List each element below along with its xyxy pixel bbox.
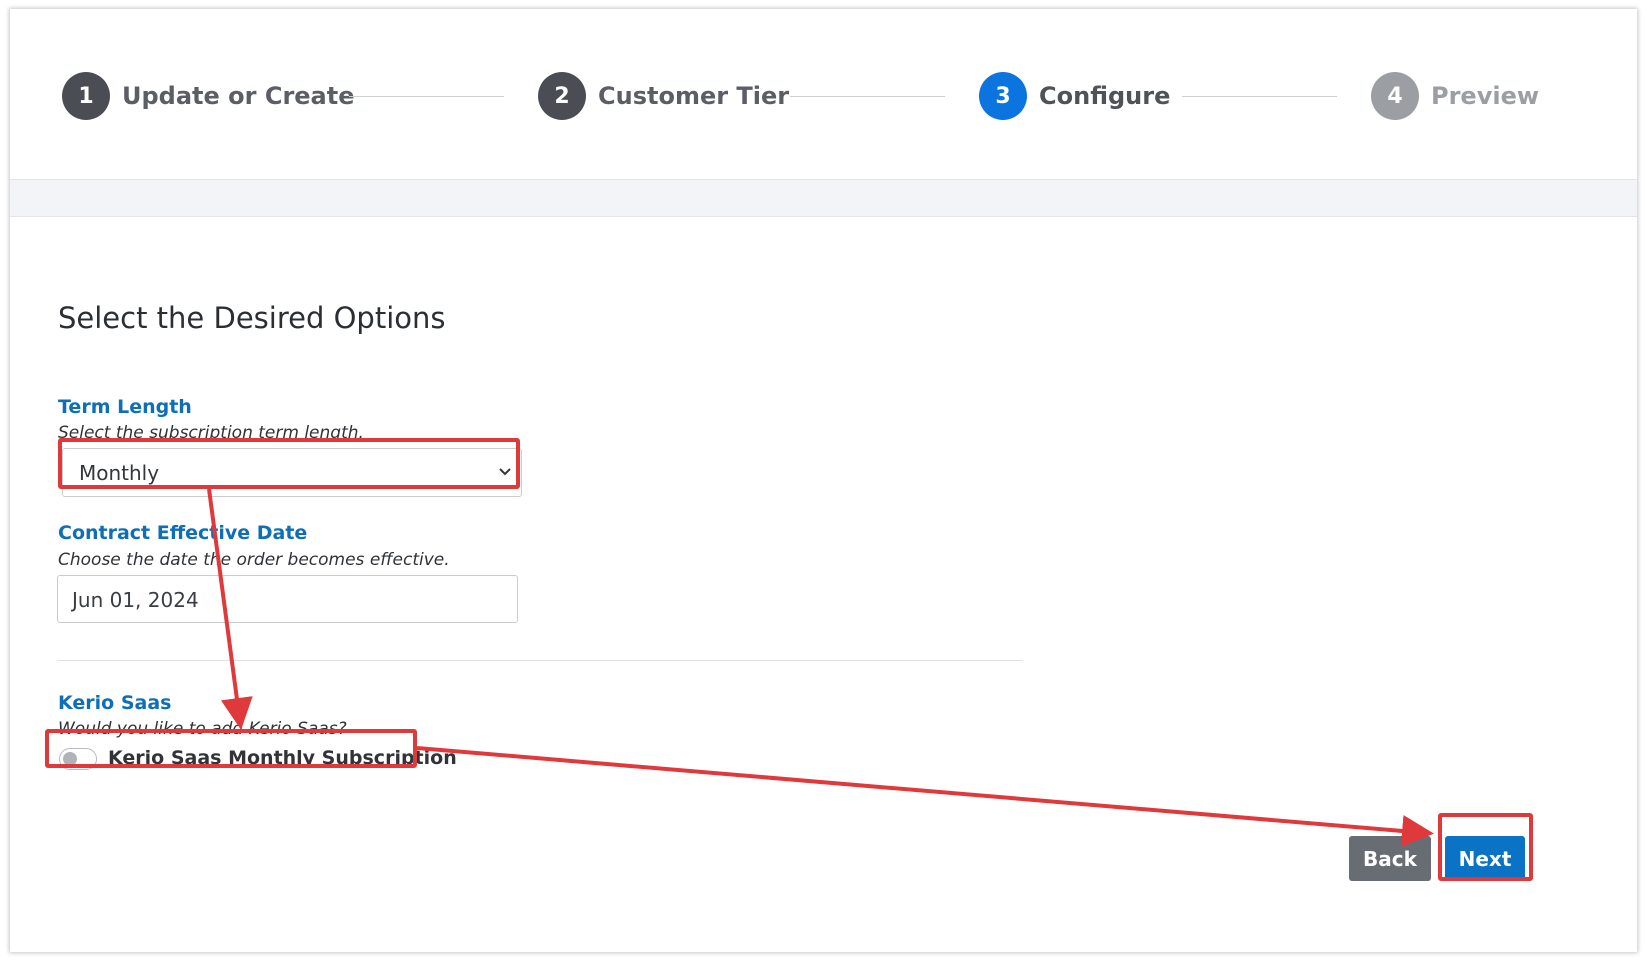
contract-date-value: Jun 01, 2024 — [72, 588, 199, 612]
back-button[interactable]: Back — [1349, 836, 1431, 881]
step-update-or-create[interactable]: 1 Update or Create — [62, 72, 355, 120]
contract-date-input[interactable]: Jun 01, 2024 — [57, 575, 518, 623]
step-number: 2 — [538, 72, 586, 120]
step-number: 4 — [1371, 72, 1419, 120]
wizard-card: 1 Update or Create 2 Customer Tier 3 Con… — [10, 9, 1637, 952]
step-label: Preview — [1431, 82, 1540, 110]
step-connector — [1182, 96, 1337, 97]
page-title: Select the Desired Options — [58, 301, 446, 335]
stepper: 1 Update or Create 2 Customer Tier 3 Con… — [10, 9, 1637, 179]
toggle-knob — [63, 752, 77, 766]
contract-date-title: Contract Effective Date — [58, 522, 308, 544]
kerio-saas-toggle-label[interactable]: Kerio Saas Monthly Subscription — [108, 747, 457, 769]
term-length-help: Select the subscription term length. — [58, 423, 364, 443]
kerio-saas-help: Would you like to add Kerio Saas? — [58, 719, 347, 739]
step-connector — [349, 96, 504, 97]
kerio-saas-title: Kerio Saas — [58, 692, 172, 714]
step-customer-tier[interactable]: 2 Customer Tier — [538, 72, 789, 120]
step-label: Configure — [1039, 82, 1171, 110]
step-configure[interactable]: 3 Configure — [979, 72, 1170, 120]
term-length-title: Term Length — [58, 396, 192, 418]
term-length-value: Monthly — [79, 461, 160, 485]
next-button[interactable]: Next — [1445, 836, 1525, 881]
chevron-down-icon — [499, 468, 511, 476]
step-label: Customer Tier — [598, 82, 790, 110]
contract-date-help: Choose the date the order becomes effect… — [58, 550, 450, 570]
kerio-saas-toggle[interactable] — [59, 748, 97, 770]
step-connector — [790, 96, 945, 97]
step-preview[interactable]: 4 Preview — [1371, 72, 1539, 120]
term-length-select[interactable]: Monthly — [62, 448, 522, 497]
step-label: Update or Create — [122, 82, 355, 110]
section-band — [10, 179, 1637, 217]
divider — [57, 660, 1023, 661]
step-number: 1 — [62, 72, 110, 120]
step-number: 3 — [979, 72, 1027, 120]
